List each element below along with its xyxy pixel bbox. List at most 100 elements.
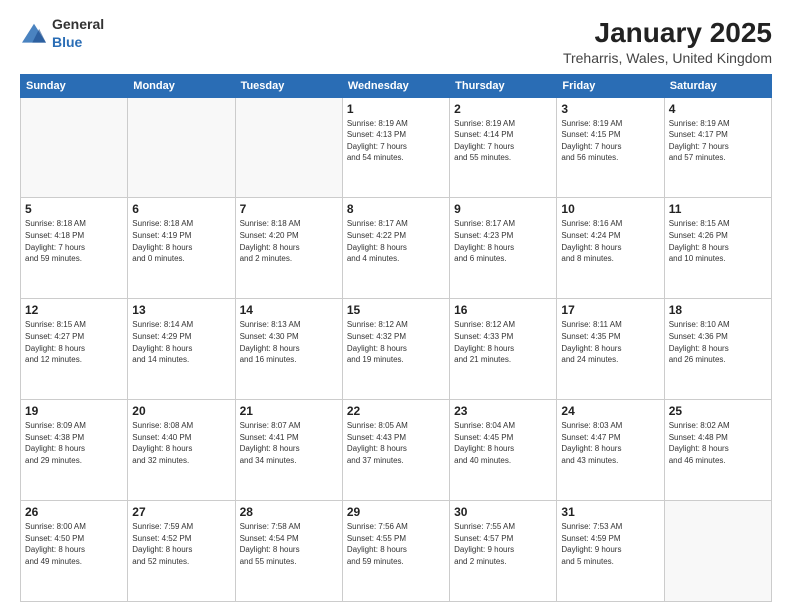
table-row (21, 97, 128, 198)
day-info: Sunrise: 7:59 AM Sunset: 4:52 PM Dayligh… (132, 521, 230, 567)
day-info: Sunrise: 8:09 AM Sunset: 4:38 PM Dayligh… (25, 420, 123, 466)
day-info: Sunrise: 8:13 AM Sunset: 4:30 PM Dayligh… (240, 319, 338, 365)
logo-blue: Blue (52, 34, 82, 50)
day-info: Sunrise: 8:19 AM Sunset: 4:17 PM Dayligh… (669, 118, 767, 164)
calendar-row-0: 1 Sunrise: 8:19 AM Sunset: 4:13 PM Daylig… (21, 97, 772, 198)
calendar-row-2: 12 Sunrise: 8:15 AM Sunset: 4:27 PM Dayli… (21, 299, 772, 400)
day-number: 25 (669, 404, 767, 418)
day-number: 1 (347, 102, 445, 116)
logo: General Blue (20, 16, 104, 52)
table-row: 5 Sunrise: 8:18 AM Sunset: 4:18 PM Daylig… (21, 198, 128, 299)
table-row: 30 Sunrise: 7:55 AM Sunset: 4:57 PM Dayli… (450, 501, 557, 602)
day-info: Sunrise: 8:11 AM Sunset: 4:35 PM Dayligh… (561, 319, 659, 365)
table-row: 24 Sunrise: 8:03 AM Sunset: 4:47 PM Dayli… (557, 400, 664, 501)
table-row: 12 Sunrise: 8:15 AM Sunset: 4:27 PM Dayli… (21, 299, 128, 400)
table-row: 21Sunrise: 8:07 AM Sunset: 4:41 PM Dayli… (235, 400, 342, 501)
table-row: 15Sunrise: 8:12 AM Sunset: 4:32 PM Dayli… (342, 299, 449, 400)
logo-general: General (52, 16, 104, 32)
day-info: Sunrise: 8:17 AM Sunset: 4:23 PM Dayligh… (454, 218, 552, 264)
day-number: 27 (132, 505, 230, 519)
day-info: Sunrise: 8:04 AM Sunset: 4:45 PM Dayligh… (454, 420, 552, 466)
day-number: 28 (240, 505, 338, 519)
calendar-table: Sunday Monday Tuesday Wednesday Thursday… (20, 74, 772, 602)
col-thursday: Thursday (450, 74, 557, 97)
day-number: 14 (240, 303, 338, 317)
day-number: 22 (347, 404, 445, 418)
table-row: 23 Sunrise: 8:04 AM Sunset: 4:45 PM Dayli… (450, 400, 557, 501)
day-number: 18 (669, 303, 767, 317)
day-info: Sunrise: 8:03 AM Sunset: 4:47 PM Dayligh… (561, 420, 659, 466)
calendar-header-row: Sunday Monday Tuesday Wednesday Thursday… (21, 74, 772, 97)
day-number: 9 (454, 202, 552, 216)
day-number: 20 (132, 404, 230, 418)
day-info: Sunrise: 7:53 AM Sunset: 4:59 PM Dayligh… (561, 521, 659, 567)
day-number: 24 (561, 404, 659, 418)
day-number: 11 (669, 202, 767, 216)
day-info: Sunrise: 7:55 AM Sunset: 4:57 PM Dayligh… (454, 521, 552, 567)
table-row: 26Sunrise: 8:00 AM Sunset: 4:50 PM Dayli… (21, 501, 128, 602)
table-row: 13Sunrise: 8:14 AM Sunset: 4:29 PM Dayli… (128, 299, 235, 400)
day-info: Sunrise: 8:18 AM Sunset: 4:19 PM Dayligh… (132, 218, 230, 264)
calendar-title: January 2025 (563, 16, 772, 50)
day-info: Sunrise: 8:10 AM Sunset: 4:36 PM Dayligh… (669, 319, 767, 365)
calendar-row-4: 26Sunrise: 8:00 AM Sunset: 4:50 PM Dayli… (21, 501, 772, 602)
table-row: 17 Sunrise: 8:11 AM Sunset: 4:35 PM Dayli… (557, 299, 664, 400)
day-number: 5 (25, 202, 123, 216)
title-block: January 2025 Treharris, Wales, United Ki… (563, 16, 772, 66)
day-info: Sunrise: 8:19 AM Sunset: 4:13 PM Dayligh… (347, 118, 445, 164)
day-info: Sunrise: 7:58 AM Sunset: 4:54 PM Dayligh… (240, 521, 338, 567)
day-number: 21 (240, 404, 338, 418)
table-row: 28 Sunrise: 7:58 AM Sunset: 4:54 PM Dayli… (235, 501, 342, 602)
table-row: 19 Sunrise: 8:09 AM Sunset: 4:38 PM Dayli… (21, 400, 128, 501)
col-saturday: Saturday (664, 74, 771, 97)
day-number: 19 (25, 404, 123, 418)
table-row: 27 Sunrise: 7:59 AM Sunset: 4:52 PM Dayli… (128, 501, 235, 602)
table-row: 16Sunrise: 8:12 AM Sunset: 4:33 PM Dayli… (450, 299, 557, 400)
day-number: 31 (561, 505, 659, 519)
day-number: 8 (347, 202, 445, 216)
day-info: Sunrise: 8:14 AM Sunset: 4:29 PM Dayligh… (132, 319, 230, 365)
table-row: 3Sunrise: 8:19 AM Sunset: 4:15 PM Daylig… (557, 97, 664, 198)
table-row (128, 97, 235, 198)
table-row: 18 Sunrise: 8:10 AM Sunset: 4:36 PM Dayli… (664, 299, 771, 400)
table-row: 20 Sunrise: 8:08 AM Sunset: 4:40 PM Dayli… (128, 400, 235, 501)
table-row (235, 97, 342, 198)
day-number: 30 (454, 505, 552, 519)
calendar-subtitle: Treharris, Wales, United Kingdom (563, 50, 772, 66)
day-number: 26 (25, 505, 123, 519)
day-number: 6 (132, 202, 230, 216)
day-number: 4 (669, 102, 767, 116)
table-row: 7 Sunrise: 8:18 AM Sunset: 4:20 PM Daylig… (235, 198, 342, 299)
day-info: Sunrise: 8:02 AM Sunset: 4:48 PM Dayligh… (669, 420, 767, 466)
day-info: Sunrise: 8:19 AM Sunset: 4:15 PM Dayligh… (561, 118, 659, 164)
day-info: Sunrise: 8:16 AM Sunset: 4:24 PM Dayligh… (561, 218, 659, 264)
col-monday: Monday (128, 74, 235, 97)
table-row: 9 Sunrise: 8:17 AM Sunset: 4:23 PM Daylig… (450, 198, 557, 299)
day-number: 23 (454, 404, 552, 418)
day-number: 2 (454, 102, 552, 116)
calendar-row-3: 19 Sunrise: 8:09 AM Sunset: 4:38 PM Dayli… (21, 400, 772, 501)
day-number: 29 (347, 505, 445, 519)
day-info: Sunrise: 8:15 AM Sunset: 4:27 PM Dayligh… (25, 319, 123, 365)
day-number: 17 (561, 303, 659, 317)
day-info: Sunrise: 8:18 AM Sunset: 4:18 PM Dayligh… (25, 218, 123, 264)
day-number: 7 (240, 202, 338, 216)
col-friday: Friday (557, 74, 664, 97)
table-row: 8Sunrise: 8:17 AM Sunset: 4:22 PM Daylig… (342, 198, 449, 299)
table-row: 10Sunrise: 8:16 AM Sunset: 4:24 PM Dayli… (557, 198, 664, 299)
day-number: 12 (25, 303, 123, 317)
day-info: Sunrise: 8:05 AM Sunset: 4:43 PM Dayligh… (347, 420, 445, 466)
day-info: Sunrise: 8:12 AM Sunset: 4:33 PM Dayligh… (454, 319, 552, 365)
logo-icon (20, 22, 48, 46)
table-row: 6 Sunrise: 8:18 AM Sunset: 4:19 PM Daylig… (128, 198, 235, 299)
table-row: 29 Sunrise: 7:56 AM Sunset: 4:55 PM Dayli… (342, 501, 449, 602)
header: General Blue January 2025 Treharris, Wal… (20, 16, 772, 66)
day-info: Sunrise: 7:56 AM Sunset: 4:55 PM Dayligh… (347, 521, 445, 567)
day-info: Sunrise: 8:08 AM Sunset: 4:40 PM Dayligh… (132, 420, 230, 466)
day-info: Sunrise: 8:15 AM Sunset: 4:26 PM Dayligh… (669, 218, 767, 264)
col-wednesday: Wednesday (342, 74, 449, 97)
day-info: Sunrise: 8:18 AM Sunset: 4:20 PM Dayligh… (240, 218, 338, 264)
table-row: 4 Sunrise: 8:19 AM Sunset: 4:17 PM Daylig… (664, 97, 771, 198)
table-row: 31 Sunrise: 7:53 AM Sunset: 4:59 PM Dayli… (557, 501, 664, 602)
page: General Blue January 2025 Treharris, Wal… (0, 0, 792, 612)
